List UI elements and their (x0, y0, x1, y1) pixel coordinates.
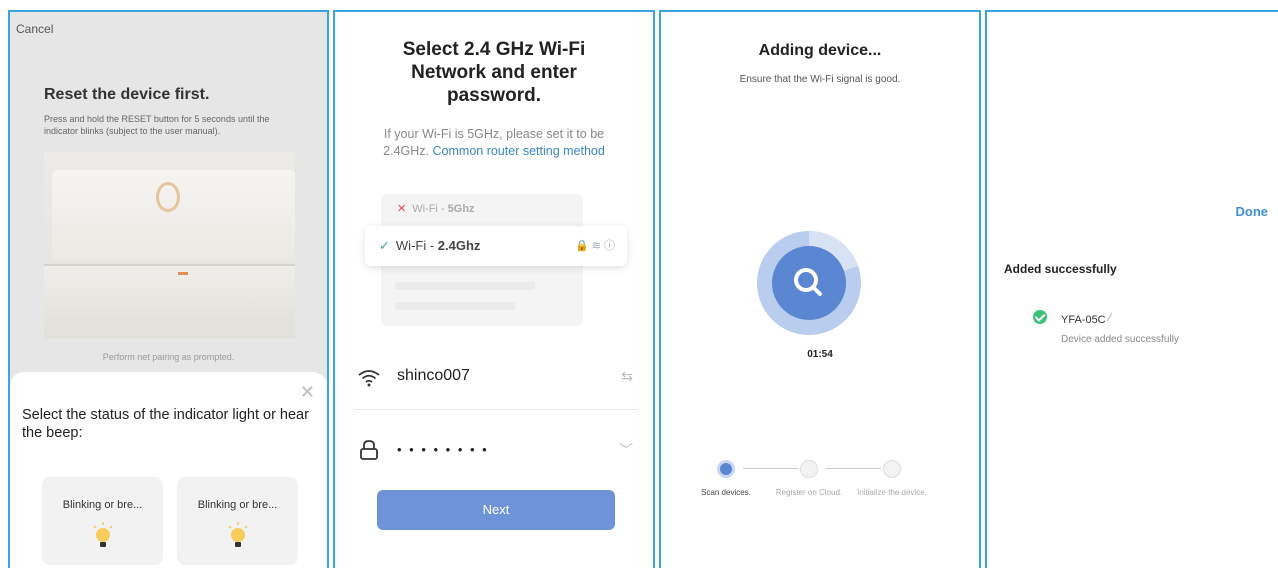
status-option-card[interactable]: Blinking or bre... (42, 477, 163, 565)
router-indicator-led (178, 272, 188, 275)
done-button[interactable]: Done (1236, 204, 1269, 219)
status-option-label: Blinking or bre... (62, 499, 143, 511)
reset-title: Reset the device first. (44, 86, 210, 103)
divider (355, 409, 637, 410)
adding-device-screen: Adding device... Ensure that the Wi-Fi s… (659, 10, 981, 568)
light-bulb-icon (227, 522, 248, 547)
indicator-status-sheet: ✕ Select the status of the indicator lig… (10, 372, 327, 568)
pairing-prompt-link[interactable]: Perform net pairing as prompted. (10, 352, 327, 362)
wifi-24ghz-band: 2.4Ghz (437, 238, 481, 253)
device-name: YFA-05C (1061, 314, 1106, 326)
switch-network-icon[interactable]: ⇆ (621, 368, 633, 385)
next-button[interactable]: Next (377, 490, 615, 530)
wifi-5ghz-prefix: Wi-Fi - (412, 203, 448, 215)
step-label: Scan devices. (701, 488, 751, 497)
wifi-5ghz-row: ✕ Wi-Fi - 5Ghz (381, 198, 583, 220)
router-power-icon (156, 182, 180, 212)
countdown-timer: 01:54 (807, 349, 833, 360)
light-bulb-icon (92, 522, 113, 547)
ssid-field[interactable]: shinco007 ⇆ (355, 358, 637, 402)
reset-device-screen: Cancel Reset the device first. Press and… (8, 10, 329, 568)
added-title: Added successfully (1004, 262, 1117, 276)
step-label: Initialize the device. (857, 488, 927, 497)
wifi-info: If your Wi-Fi is 5GHz, please set it to … (335, 126, 653, 160)
check-icon: ✓ (379, 238, 390, 253)
wifi-setup-screen: Select 2.4 GHz Wi-Fi Network and enter p… (333, 10, 655, 568)
router-base-shape (44, 264, 295, 326)
status-option-label: Blinking or bre... (197, 499, 278, 511)
error-icon: ✕ (397, 203, 407, 215)
initialize-icon (883, 460, 901, 478)
wifi-placeholder-row (395, 302, 515, 310)
wifi-5ghz-band: 5Ghz (447, 203, 475, 215)
wifi-24ghz-prefix: Wi-Fi - (395, 238, 438, 253)
lock-icon (360, 440, 378, 460)
adding-subtitle: Ensure that the Wi-Fi signal is good. (739, 74, 901, 85)
sheet-question: Select the status of the indicator light… (22, 407, 309, 441)
password-field[interactable]: • • • • • • • • ﹀ (355, 430, 637, 474)
router-setting-link[interactable]: Common router setting method (433, 144, 605, 158)
wifi-title: Select 2.4 GHz Wi-Fi Network and enter p… (402, 39, 586, 106)
scan-progress-icon (757, 231, 861, 335)
success-check-icon (1033, 310, 1047, 324)
reset-description: Press and hold the RESET button for 5 se… (44, 114, 270, 136)
wifi-icon (358, 370, 380, 387)
device-status: Device added successfully (1061, 334, 1179, 345)
step-connector (743, 468, 798, 469)
ssid-value: shinco007 (397, 367, 470, 384)
wifi-24ghz-row: ✓ Wi-Fi - 2.4Ghz 🔒 ≋ ⓘ (365, 226, 627, 266)
step-active-icon (717, 460, 735, 478)
edit-name-icon[interactable]: ∕ (1109, 312, 1111, 324)
close-icon[interactable]: ✕ (300, 382, 315, 403)
step-connector (826, 468, 881, 469)
lock-wifi-info-icon: 🔒 ≋ ⓘ (574, 240, 615, 252)
cancel-button[interactable]: Cancel (16, 22, 53, 36)
status-option-card[interactable]: Blinking or bre... (177, 477, 298, 565)
step-label: Register on Cloud. (775, 488, 843, 497)
wifi-placeholder-row (395, 282, 535, 290)
router-image (44, 152, 295, 339)
password-value: • • • • • • • • (397, 442, 489, 457)
adding-title: Adding device... (758, 42, 882, 59)
added-success-screen: Done Added successfully YFA-05C ∕ Device… (985, 10, 1278, 568)
toggle-visibility-icon[interactable]: ﹀ (619, 440, 633, 460)
cloud-icon (800, 460, 818, 478)
